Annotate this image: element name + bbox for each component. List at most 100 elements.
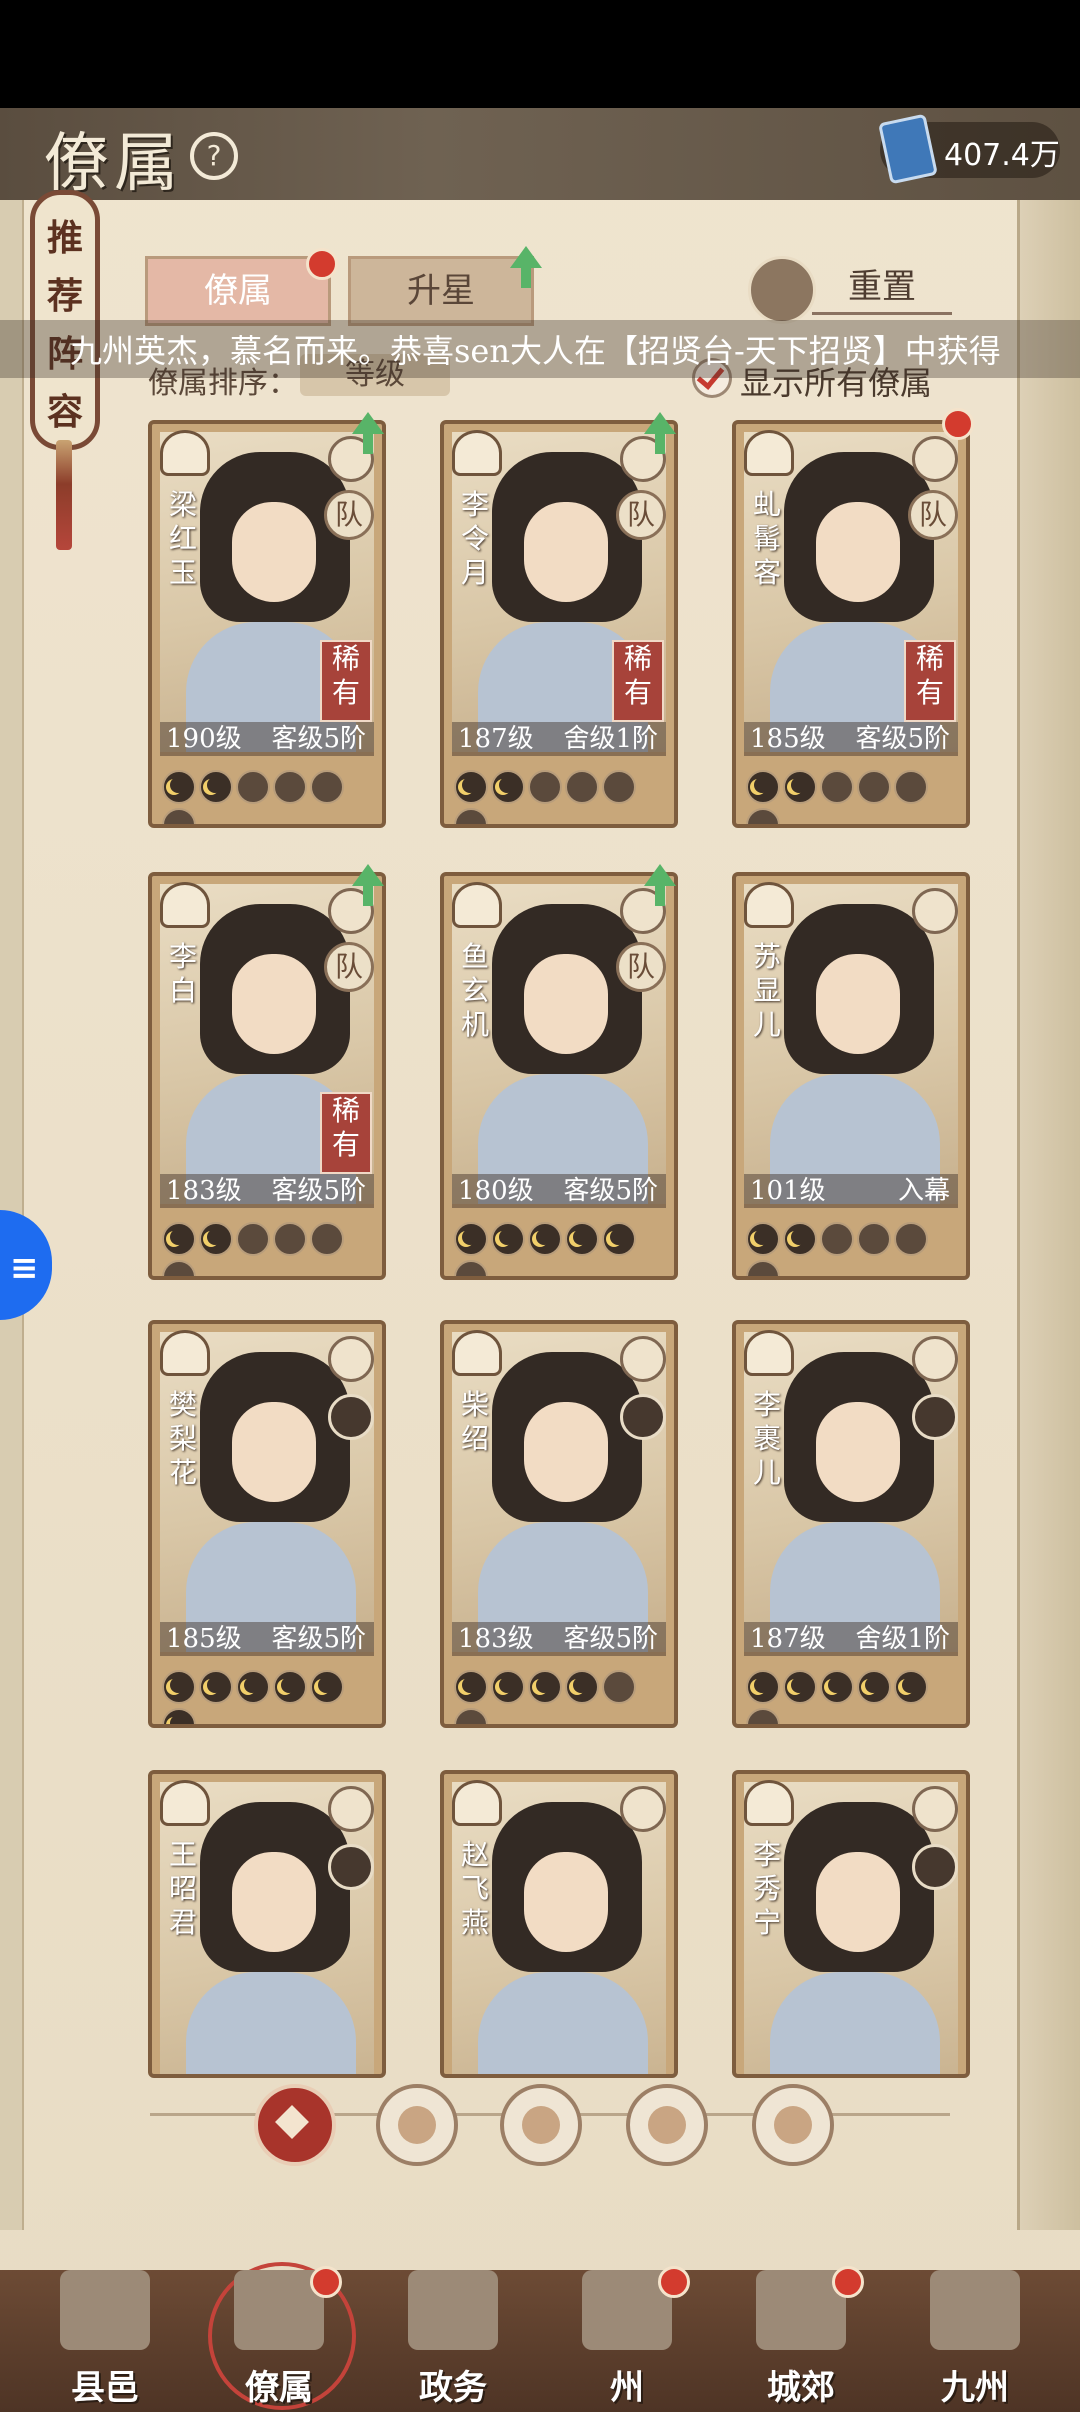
paired-avatar [620,1394,666,1440]
retainer-name: 王昭君 [168,1838,197,1939]
retainer-rank: 客级5阶 [563,1176,658,1206]
star-row [162,1670,372,1724]
announcement-marquee: 九州英杰，慕名而来。恭喜sen大人在【招贤台-天下招贤】中获得 [0,320,1080,378]
moon-star-icon [236,1670,270,1704]
team-badge: 队 [616,942,666,992]
upgrade-arrow-icon [644,412,676,454]
retainer-rank: 客级5阶 [563,1624,658,1654]
attribute-icon [912,436,958,482]
moon-star-icon [199,1670,233,1704]
moon-star-icon [454,808,488,824]
tab-retainers[interactable]: 僚属 [145,256,331,326]
upgrade-arrow-icon [644,864,676,906]
retainer-card[interactable]: 柴绍 183级 客级5阶 [440,1320,678,1728]
retainer-info-bar: 187级 舍级1阶 [744,1622,958,1656]
retainer-info-bar: 183级 客级5阶 [160,1174,374,1208]
retainer-level: 183级 [458,1624,534,1654]
moon-star-icon [746,1670,780,1704]
retainer-type-icon [160,882,210,928]
retainer-type-icon [452,1780,502,1826]
retainer-card[interactable]: 虬髯客队稀有 185级 客级5阶 [732,420,970,828]
team-badge: 队 [616,490,666,540]
assistant-icon: ≡ [10,1248,39,1288]
portrait-face [524,1852,608,1952]
retainer-card[interactable]: 梁红玉队稀有 190级 客级5阶 [148,420,386,828]
moon-star-icon [857,1670,891,1704]
retainer-info-bar: 190级 客级5阶 [160,722,374,756]
moon-star-icon [746,770,780,804]
retainer-level: 190级 [166,724,242,754]
retainer-name: 虬髯客 [752,488,781,589]
retainer-rank: 客级5阶 [271,724,366,754]
notification-dot [310,2266,342,2298]
retainer-type-icon [160,1780,210,1826]
reset-icon[interactable] [748,256,816,324]
nav-item[interactable]: 九州 [900,2260,1050,2410]
retainer-card[interactable]: 李秀宁 [732,1770,970,2078]
fan-filter-icon[interactable] [626,2084,708,2166]
help-icon[interactable]: ? [190,132,238,180]
nav-item[interactable]: 县邑 [30,2260,180,2410]
portrait-robe [770,1972,940,2074]
star-row [454,770,664,824]
retainer-card[interactable]: 苏显儿 101级 入幕 [732,872,970,1280]
moon-star-icon [162,1260,196,1276]
banner-char: 推 [46,217,83,259]
moon-star-icon [273,1222,307,1256]
portrait-face [232,954,316,1054]
retainer-type-icon [744,430,794,476]
notification-dot [658,2266,690,2298]
nav-item[interactable]: 政务 [378,2260,528,2410]
moon-star-icon [491,770,525,804]
tab-star-up[interactable]: 升星 [348,256,534,326]
retainer-info-bar: 185级 客级5阶 [160,1622,374,1656]
moon-star-icon [162,1222,196,1256]
retainer-card[interactable]: 樊梨花 185级 客级5阶 [148,1320,386,1728]
retainer-card[interactable]: 李裹儿 187级 舍级1阶 [732,1320,970,1728]
portrait-face [524,954,608,1054]
moon-star-icon [310,770,344,804]
rarity-badge: 稀有 [320,1092,372,1174]
lion-filter-icon[interactable] [752,2084,834,2166]
cat-filter-icon[interactable] [500,2084,582,2166]
moon-star-icon [820,1670,854,1704]
notification-dot [942,408,974,440]
retainer-level: 180级 [458,1176,534,1206]
portrait-face [816,954,900,1054]
retainer-type-icon [452,1330,502,1376]
all-filter-icon[interactable] [254,2084,336,2166]
retainer-card[interactable]: 李白队稀有 183级 客级5阶 [148,872,386,1280]
retainer-info-bar: 187级 舍级1阶 [452,722,666,756]
moon-star-icon [454,770,488,804]
moon-star-icon [491,1670,525,1704]
star-row [454,1222,664,1276]
moon-star-icon [783,770,817,804]
moon-star-icon [894,1222,928,1256]
moon-star-icon [162,1670,196,1704]
retainer-type-icon [744,882,794,928]
retainer-level: 187级 [458,724,534,754]
attribute-icon [328,1786,374,1832]
retainer-level: 183级 [166,1176,242,1206]
moon-star-icon [199,770,233,804]
retainer-name: 李白 [168,940,197,1007]
bell-filter-icon[interactable] [376,2084,458,2166]
moon-star-icon [857,770,891,804]
reset-button[interactable]: 重置 [812,262,952,315]
moon-star-icon [454,1708,488,1724]
retainer-level: 101级 [750,1176,826,1206]
moon-star-icon [783,1222,817,1256]
retainer-card[interactable]: 鱼玄机 队 180级 客级5阶 [440,872,678,1280]
rarity-badge: 稀有 [904,640,956,722]
retainer-card[interactable]: 李令月队稀有 187级 舍级1阶 [440,420,678,828]
retainer-card[interactable]: 赵飞燕 [440,1770,678,2078]
portrait-face [524,502,608,602]
upgrade-arrow-icon [510,246,542,288]
moon-star-icon [565,1222,599,1256]
retainer-card[interactable]: 王昭君 [148,1770,386,2078]
filter-glyph [774,2106,812,2144]
moon-star-icon [310,1670,344,1704]
team-badge: 队 [908,490,958,540]
moon-star-icon [746,1222,780,1256]
upgrade-arrow-icon [352,412,384,454]
